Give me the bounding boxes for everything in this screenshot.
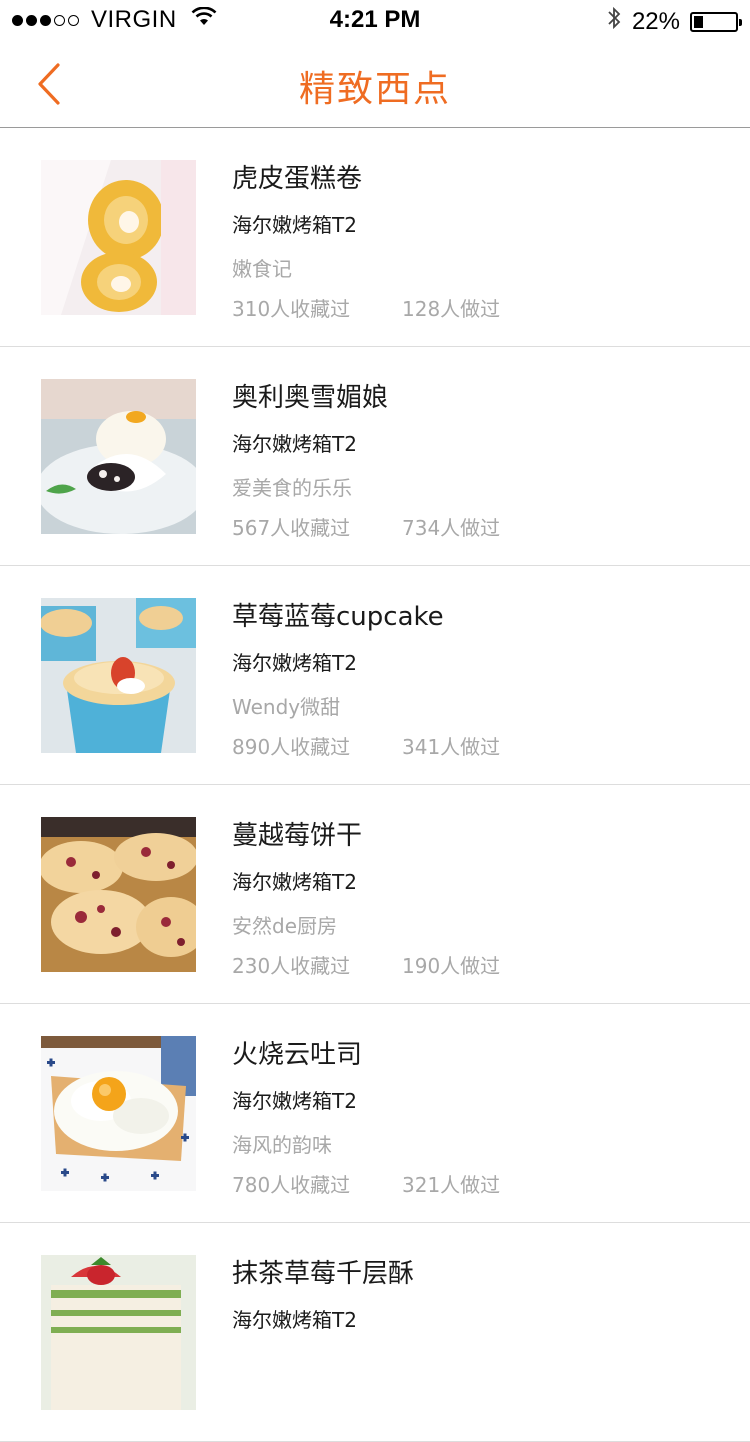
recipe-item[interactable]: 蔓越莓饼干 海尔嫩烤箱T2 安然de厨房 230人收藏过 190人做过 — [0, 785, 750, 1004]
recipe-device: 海尔嫩烤箱T2 — [232, 1089, 357, 1113]
made-count: 321人做过 — [402, 1173, 501, 1197]
recipe-name: 虎皮蛋糕卷 — [232, 164, 363, 194]
recipe-item[interactable]: 奥利奥雪媚娘 海尔嫩烤箱T2 爱美食的乐乐 567人收藏过 734人做过 — [0, 347, 750, 566]
recipe-thumbnail — [41, 379, 196, 534]
recipe-name: 蔓越莓饼干 — [232, 821, 363, 851]
bluetooth-icon — [606, 6, 622, 37]
recipe-device: 海尔嫩烤箱T2 — [232, 651, 357, 675]
made-count: 128人做过 — [402, 297, 501, 321]
recipe-list: 虎皮蛋糕卷 海尔嫩烤箱T2 嫩食记 310人收藏过 128人做过 奥利奥雪媚娘 … — [0, 128, 750, 1442]
favorites-count: 230人收藏过 — [232, 954, 351, 978]
recipe-author[interactable]: 海风的韵味 — [232, 1129, 332, 1158]
made-count: 341人做过 — [402, 735, 501, 759]
recipe-stats: 310人收藏过 128人做过 — [232, 293, 500, 322]
recipe-device: 海尔嫩烤箱T2 — [232, 213, 357, 237]
recipe-item[interactable]: 抹茶草莓千层酥 海尔嫩烤箱T2 — [0, 1223, 750, 1442]
recipe-author[interactable]: Wendy微甜 — [232, 691, 340, 720]
favorites-count: 310人收藏过 — [232, 297, 351, 321]
recipe-name: 火烧云吐司 — [232, 1040, 363, 1070]
made-count: 734人做过 — [402, 516, 501, 540]
recipe-thumbnail — [41, 160, 196, 315]
recipe-author[interactable]: 爱美食的乐乐 — [232, 472, 352, 501]
recipe-name: 奥利奥雪媚娘 — [232, 383, 389, 413]
recipe-stats: 890人收藏过 341人做过 — [232, 731, 500, 760]
page-title: 精致西点 — [298, 69, 451, 110]
recipe-thumbnail — [41, 598, 196, 753]
recipe-name: 草莓蓝莓cupcake — [232, 602, 444, 632]
favorites-count: 780人收藏过 — [232, 1173, 351, 1197]
recipe-author[interactable]: 嫩食记 — [232, 253, 292, 282]
recipe-name: 抹茶草莓千层酥 — [232, 1259, 415, 1289]
recipe-stats: 780人收藏过 321人做过 — [232, 1169, 500, 1198]
battery-icon — [690, 11, 742, 32]
favorites-count: 890人收藏过 — [232, 735, 351, 759]
recipe-device: 海尔嫩烤箱T2 — [232, 870, 357, 894]
recipe-thumbnail — [41, 817, 196, 972]
navigation-bar: 精致西点 — [0, 40, 750, 128]
battery-percentage: 22% — [631, 7, 680, 35]
made-count: 190人做过 — [402, 954, 501, 978]
recipe-thumbnail — [41, 1255, 196, 1410]
recipe-device: 海尔嫩烤箱T2 — [232, 432, 357, 456]
recipe-stats: 567人收藏过 734人做过 — [232, 512, 500, 541]
recipe-author[interactable]: 安然de厨房 — [232, 910, 337, 939]
recipe-item[interactable]: 草莓蓝莓cupcake 海尔嫩烤箱T2 Wendy微甜 890人收藏过 341人… — [0, 566, 750, 785]
status-bar: VIRGIN 4:21 PM 22% — [0, 0, 750, 40]
recipe-device: 海尔嫩烤箱T2 — [232, 1308, 357, 1332]
favorites-count: 567人收藏过 — [232, 516, 351, 540]
recipe-thumbnail — [41, 1036, 196, 1191]
recipe-stats: 230人收藏过 190人做过 — [232, 950, 500, 979]
recipe-item[interactable]: 虎皮蛋糕卷 海尔嫩烤箱T2 嫩食记 310人收藏过 128人做过 — [0, 128, 750, 347]
recipe-item[interactable]: 火烧云吐司 海尔嫩烤箱T2 海风的韵味 780人收藏过 321人做过 — [0, 1004, 750, 1223]
